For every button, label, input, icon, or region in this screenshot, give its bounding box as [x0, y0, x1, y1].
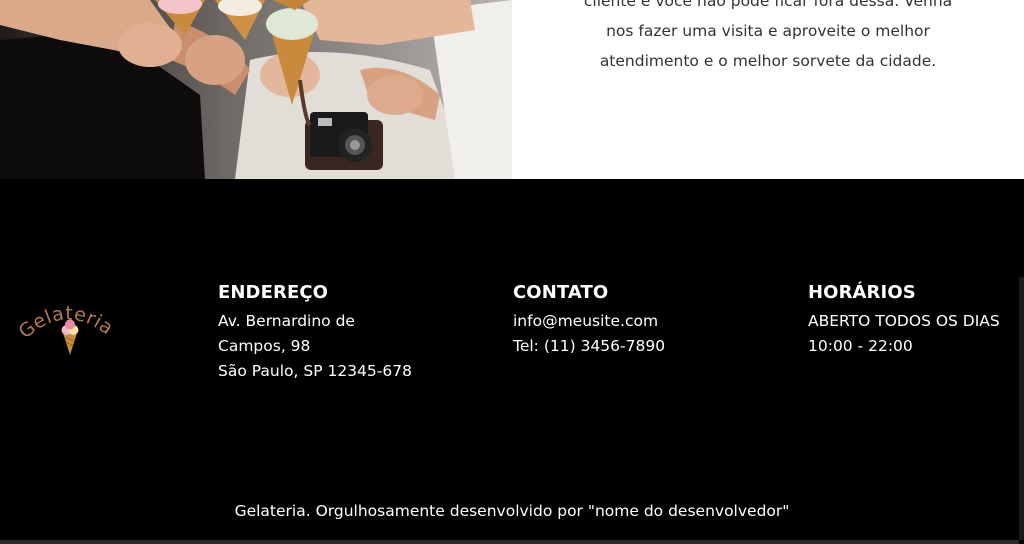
hours-days: ABERTO TODOS OS DIAS — [808, 312, 1000, 330]
footer-credit: Gelateria. Orgulhosamente desenvolvido p… — [234, 502, 790, 520]
address-title: ENDEREÇO — [218, 282, 329, 303]
site-footer: Gelateria ENDEREÇO Av. Bernardino de Cam… — [0, 179, 1024, 544]
hours-column: HORÁRIOS ABERTO TODOS OS DIAS 10:00 - 22… — [808, 281, 1018, 359]
contact-title: CONTATO — [513, 282, 609, 303]
hours-time: 10:00 - 22:00 — [808, 337, 913, 355]
hero-photo-illustration — [0, 0, 512, 179]
horizontal-scrollbar[interactable] — [0, 540, 1019, 544]
address-line-3: São Paulo, SP 12345-678 — [218, 362, 412, 380]
address-line-2: Campos, 98 — [218, 337, 311, 355]
gelateria-logo[interactable]: Gelateria — [15, 299, 122, 359]
scrollbar-track[interactable] — [1019, 277, 1024, 540]
hero-section: cliente e você não pode ficar fora dessa… — [0, 0, 1024, 179]
hero-photo-ice-cream-cones — [0, 0, 512, 179]
hours-title: HORÁRIOS — [808, 282, 916, 303]
address-column: ENDEREÇO Av. Bernardino de Campos, 98 Sã… — [218, 281, 478, 384]
hero-paragraph: cliente e você não pode ficar fora dessa… — [512, 0, 1024, 76]
contact-phone: Tel: (11) 3456-7890 — [513, 337, 666, 355]
hero-text-panel: cliente e você não pode ficar fora dessa… — [512, 0, 1024, 179]
hero-line-1: cliente e você não pode ficar fora dessa… — [583, 0, 953, 10]
hero-line-3: atendimento e o melhor sorvete da cidade… — [599, 52, 937, 70]
contact-email-link[interactable]: info@meusite.com — [513, 309, 773, 334]
hero-line-2: nos fazer uma visita e aproveite o melho… — [606, 22, 930, 40]
gelateria-logo-graphic: Gelateria — [15, 302, 117, 355]
address-line-1: Av. Bernardino de — [218, 312, 355, 330]
contact-column: CONTATO info@meusite.com Tel: (11) 3456-… — [513, 281, 773, 359]
